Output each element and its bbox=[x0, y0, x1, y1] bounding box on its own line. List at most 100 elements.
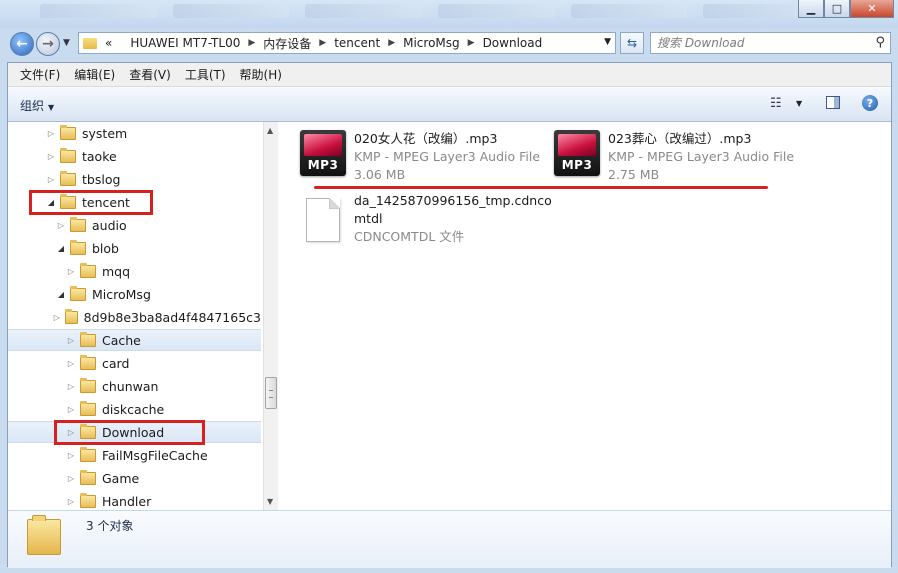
address-dropdown-icon[interactable]: ▼ bbox=[604, 37, 611, 47]
close-icon: ✕ bbox=[867, 2, 877, 15]
expand-triangle-icon[interactable]: ▷ bbox=[46, 129, 56, 138]
minimize-button[interactable]: ▁ bbox=[798, 0, 824, 18]
back-arrow-icon: ← bbox=[16, 36, 28, 52]
tree-item-game[interactable]: ▷ Game bbox=[8, 467, 261, 489]
folder-icon bbox=[70, 285, 86, 301]
collapse-triangle-icon[interactable]: ◢ bbox=[56, 290, 66, 299]
file-size: 3.06 MB bbox=[354, 167, 406, 182]
expand-triangle-icon[interactable]: ▷ bbox=[66, 474, 76, 483]
tree-item-label: Handler bbox=[102, 493, 152, 509]
expand-triangle-icon[interactable]: ▷ bbox=[66, 451, 76, 460]
file-type: KMP - MPEG Layer3 Audio File bbox=[608, 149, 795, 164]
chevron-down-icon: ▼ bbox=[796, 99, 803, 108]
menu-tools[interactable]: 工具(T) bbox=[185, 66, 226, 83]
back-button[interactable]: ← bbox=[10, 32, 34, 56]
generic-file-icon bbox=[306, 198, 340, 242]
organize-button[interactable]: 组织 ▼ bbox=[20, 97, 54, 114]
view-options-button[interactable]: ☷ bbox=[770, 96, 782, 111]
file-item-mp3-1[interactable]: MP3 020女人花（改编）.mp3 KMP - MPEG Layer3 Aud… bbox=[300, 130, 540, 184]
folder-icon bbox=[80, 354, 96, 370]
file-type: KMP - MPEG Layer3 Audio File bbox=[354, 149, 541, 164]
scroll-down-icon[interactable]: ▼ bbox=[267, 497, 273, 506]
maximize-button[interactable]: □ bbox=[824, 0, 850, 18]
annotation-box-download bbox=[54, 420, 205, 445]
breadcrumb-device[interactable]: HUAWEI MT7-TL00 bbox=[130, 36, 240, 50]
tree-item-label: Game bbox=[102, 470, 140, 486]
breadcrumb-micromsg[interactable]: MicroMsg bbox=[403, 36, 460, 50]
folder-icon bbox=[60, 124, 76, 140]
breadcrumb-download[interactable]: Download bbox=[483, 36, 543, 50]
breadcrumb-separator[interactable]: ▶ bbox=[319, 38, 326, 48]
breadcrumb-overflow[interactable]: « bbox=[105, 36, 112, 50]
expand-triangle-icon[interactable]: ▷ bbox=[66, 497, 76, 506]
scroll-up-icon[interactable]: ▲ bbox=[267, 126, 273, 135]
folder-icon bbox=[80, 492, 96, 508]
tree-item-taoke[interactable]: ▷ taoke bbox=[8, 145, 261, 167]
collapse-triangle-icon[interactable]: ◢ bbox=[56, 244, 66, 253]
file-list[interactable]: MP3 020女人花（改编）.mp3 KMP - MPEG Layer3 Aud… bbox=[278, 122, 891, 510]
menu-help[interactable]: 帮助(H) bbox=[240, 66, 282, 83]
tree-item-micromsg[interactable]: ◢ MicroMsg bbox=[8, 283, 261, 305]
expand-triangle-icon[interactable]: ▷ bbox=[66, 359, 76, 368]
search-input[interactable] bbox=[651, 33, 873, 53]
expand-triangle-icon[interactable]: ▷ bbox=[46, 152, 56, 161]
expand-triangle-icon[interactable]: ▷ bbox=[66, 405, 76, 414]
recent-pages-dropdown[interactable]: ▼ bbox=[63, 38, 70, 48]
view-dropdown-button[interactable]: ▼ bbox=[796, 99, 802, 108]
tree-item-tbslog[interactable]: ▷ tbslog bbox=[8, 168, 261, 190]
tree-item-label: chunwan bbox=[102, 378, 159, 394]
tree-item-system[interactable]: ▷ system bbox=[8, 122, 261, 144]
menu-edit[interactable]: 编辑(E) bbox=[74, 66, 115, 83]
address-row: ← → ▼ « HUAWEI MT7-TL00 ▶ 内存设备 ▶ tencent… bbox=[0, 30, 898, 58]
expand-triangle-icon[interactable]: ▷ bbox=[46, 175, 56, 184]
expand-triangle-icon[interactable]: ▷ bbox=[66, 267, 76, 276]
breadcrumb-separator[interactable]: ▶ bbox=[388, 38, 395, 48]
tree-item-hash-folder[interactable]: ▷ 8d9b8e3ba8ad4f4847165c3 bbox=[8, 306, 261, 328]
tree-item-failmsgfilecache[interactable]: ▷ FailMsgFileCache bbox=[8, 444, 261, 466]
help-button[interactable]: ? bbox=[862, 95, 878, 111]
magnifier-icon[interactable]: ⚲ bbox=[875, 35, 885, 50]
tree-item-cache[interactable]: ▷ Cache bbox=[8, 329, 261, 351]
tree-item-diskcache[interactable]: ▷ diskcache bbox=[8, 398, 261, 420]
tree-item-label: taoke bbox=[82, 148, 117, 164]
tree-item-blob[interactable]: ◢ blob bbox=[8, 237, 261, 259]
address-bar[interactable]: « HUAWEI MT7-TL00 ▶ 内存设备 ▶ tencent ▶ Mic… bbox=[78, 32, 616, 54]
close-button[interactable]: ✕ bbox=[850, 0, 894, 18]
tree-item-card[interactable]: ▷ card bbox=[8, 352, 261, 374]
tree-item-label: diskcache bbox=[102, 401, 165, 417]
explorer-window: 文件(F) 编辑(E) 查看(V) 工具(T) 帮助(H) 组织 ▼ ☷ ▼ ? … bbox=[7, 62, 892, 568]
breadcrumb-separator[interactable]: ▶ bbox=[248, 38, 255, 48]
scrollbar-thumb[interactable] bbox=[265, 377, 277, 409]
view-details-icon: ☷ bbox=[770, 96, 782, 111]
file-item-mp3-2[interactable]: MP3 023葬心（改编过）.mp3 KMP - MPEG Layer3 Aud… bbox=[554, 130, 794, 184]
navigation-pane[interactable]: ▷ system ▷ taoke ▷ tbslog ◢ tencent ▷ audio ◢… bbox=[8, 122, 263, 510]
menu-view[interactable]: 查看(V) bbox=[129, 66, 171, 83]
preview-pane-icon[interactable] bbox=[826, 96, 840, 109]
maximize-icon: □ bbox=[831, 2, 843, 15]
expand-triangle-icon[interactable]: ▷ bbox=[66, 382, 76, 391]
tree-scrollbar[interactable]: ▲ ▼ bbox=[263, 122, 278, 510]
refresh-icon: ⇆ bbox=[626, 36, 638, 50]
refresh-button[interactable]: ⇆ bbox=[620, 32, 644, 54]
forward-button[interactable]: → bbox=[36, 32, 60, 56]
folder-icon bbox=[80, 377, 96, 393]
tree-item-audio[interactable]: ▷ audio bbox=[8, 214, 261, 236]
tree-item-handler[interactable]: ▷ Handler bbox=[8, 490, 261, 510]
expand-triangle-icon[interactable]: ▷ bbox=[53, 313, 61, 322]
tree-item-mqq[interactable]: ▷ mqq bbox=[8, 260, 261, 282]
tree-item-chunwan[interactable]: ▷ chunwan bbox=[8, 375, 261, 397]
file-item-cdncomtdl[interactable]: da_1425870996156_tmp.cdnco mtdl CDNCOMTD… bbox=[300, 192, 552, 246]
ghost-tab bbox=[172, 4, 290, 18]
tree-item-label: FailMsgFileCache bbox=[102, 447, 208, 463]
mp3-file-icon: MP3 bbox=[554, 130, 600, 176]
expand-triangle-icon[interactable]: ▷ bbox=[56, 221, 66, 230]
breadcrumb-storage[interactable]: 内存设备 bbox=[263, 35, 311, 52]
search-box[interactable]: ⚲ bbox=[650, 32, 891, 54]
menu-file[interactable]: 文件(F) bbox=[20, 66, 60, 83]
ghost-tab bbox=[40, 4, 157, 18]
breadcrumb-tencent[interactable]: tencent bbox=[334, 36, 380, 50]
expand-triangle-icon[interactable]: ▷ bbox=[66, 336, 76, 345]
ghost-tab bbox=[305, 4, 423, 18]
breadcrumb-separator[interactable]: ▶ bbox=[468, 38, 475, 48]
file-icon-label: MP3 bbox=[307, 158, 339, 172]
